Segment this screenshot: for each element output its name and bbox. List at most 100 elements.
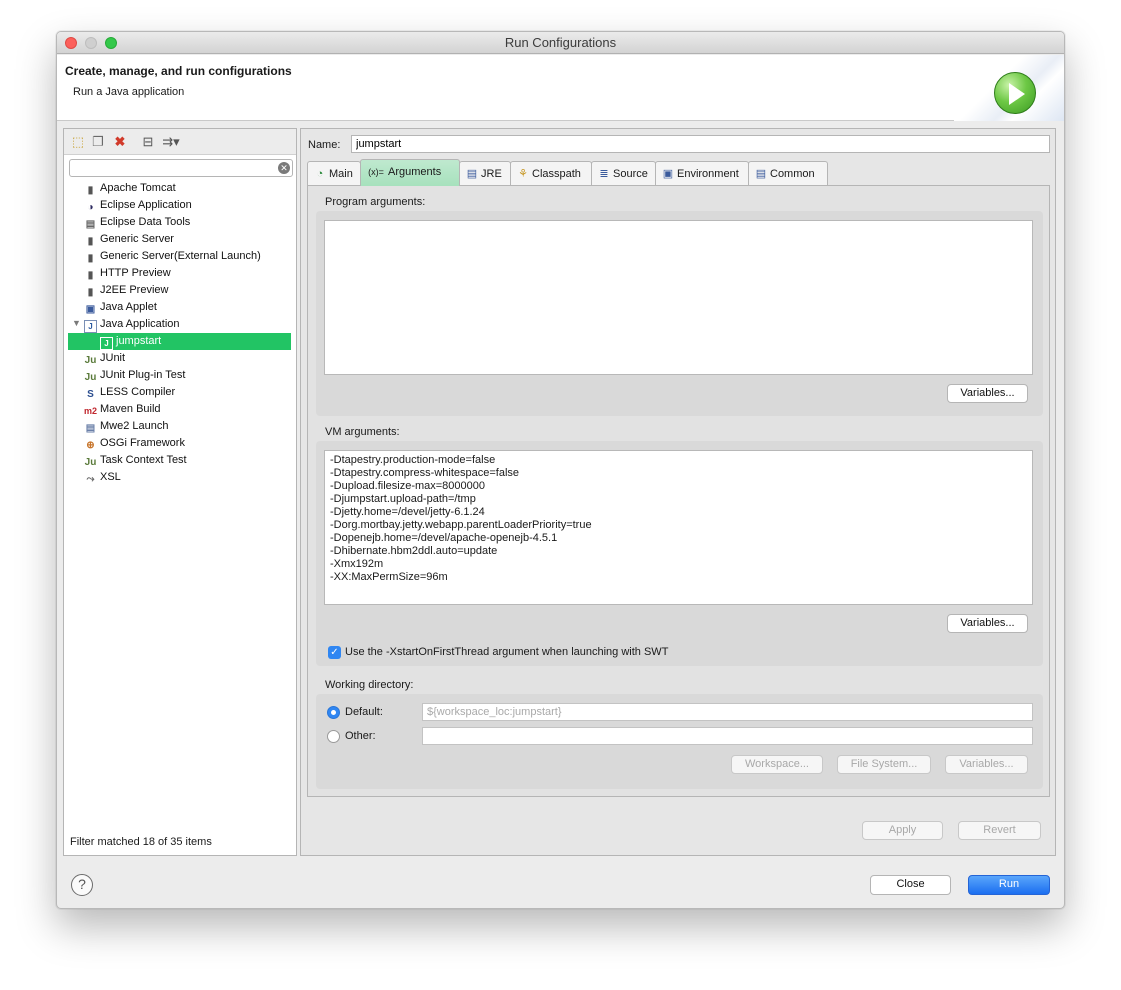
clear-filter-icon[interactable]: ✕ xyxy=(278,162,290,174)
header-title: Create, manage, and run configurations xyxy=(65,64,292,78)
tab-label: Arguments xyxy=(388,166,442,178)
swt-checkbox[interactable]: ✓ xyxy=(328,646,341,659)
source-tab-icon: ≣ xyxy=(599,168,609,180)
apply-button[interactable]: Apply xyxy=(862,821,943,840)
tree-item-less-compiler[interactable]: S LESS Compiler xyxy=(84,384,175,401)
tree-item-label: JUnit Plug-in Test xyxy=(100,369,186,381)
name-input[interactable] xyxy=(351,135,1050,153)
duplicate-icon[interactable]: ❐ xyxy=(90,134,106,150)
tree-item-maven-build[interactable]: m2 Maven Build xyxy=(84,401,161,418)
name-label: Name: xyxy=(308,139,341,151)
java-app-icon: J xyxy=(100,337,113,350)
maximize-window-icon[interactable] xyxy=(105,37,117,49)
working-directory-label: Working directory: xyxy=(325,679,414,691)
tree-item-task-context-test[interactable]: Ju Task Context Test xyxy=(84,452,187,469)
run-button[interactable]: Run xyxy=(968,875,1050,895)
tab-arguments[interactable]: (x)= Arguments xyxy=(360,159,460,186)
tab-label: Source xyxy=(613,168,648,180)
collapse-java-application-icon[interactable]: ▼ xyxy=(72,318,81,328)
run-banner-icon xyxy=(994,72,1036,114)
other-directory-field[interactable] xyxy=(422,727,1033,745)
tree-item-label: jumpstart xyxy=(116,335,162,347)
tree-item-label: Eclipse Application xyxy=(100,199,192,211)
tree-item-http-preview[interactable]: ▮ HTTP Preview xyxy=(84,265,171,282)
tab-jre[interactable]: ▤ JRE xyxy=(459,161,511,185)
tree-item-label: HTTP Preview xyxy=(100,267,171,279)
tree-item-label: Task Context Test xyxy=(100,454,187,466)
tree-item-eclipse-application[interactable]: ◑ Eclipse Application xyxy=(84,197,192,214)
file-system-button[interactable]: File System... xyxy=(837,755,931,774)
tree-item-java-applet[interactable]: ▣ Java Applet xyxy=(84,299,157,316)
tab-label: Main xyxy=(329,168,353,180)
xsl-icon: ⤳ xyxy=(86,474,95,485)
other-radio[interactable] xyxy=(327,730,340,743)
environment-tab-icon: ▣ xyxy=(662,168,674,180)
program-arguments-input[interactable] xyxy=(324,220,1033,375)
new-configuration-icon[interactable]: ⬚ xyxy=(70,134,86,150)
close-button[interactable]: Close xyxy=(870,875,951,895)
configuration-editor: Name: ◔Main (x)=Arguments ▤JRE ⚘Classpat… xyxy=(300,128,1056,856)
default-label: Default: xyxy=(345,706,383,718)
tab-common[interactable]: ▤ Common xyxy=(748,161,828,185)
tree-item-j2ee-preview[interactable]: ▮ J2EE Preview xyxy=(84,282,169,299)
tab-classpath[interactable]: ⚘ Classpath xyxy=(510,161,592,185)
vm-variables-button[interactable]: Variables... xyxy=(947,614,1028,633)
jre-tab-icon: ▤ xyxy=(466,168,478,180)
tab-label: Common xyxy=(770,168,815,180)
tree-item-generic-server[interactable]: ▮ Generic Server xyxy=(84,231,174,248)
header-subtitle: Run a Java application xyxy=(73,86,185,98)
mwe2-icon: ▤ xyxy=(85,423,96,434)
window-title: Run Configurations xyxy=(504,35,617,50)
tree-item-java-application[interactable]: J Java Application xyxy=(84,316,180,333)
help-button[interactable]: ? xyxy=(71,874,93,896)
delete-icon[interactable]: ✖ xyxy=(112,134,128,150)
tab-environment[interactable]: ▣ Environment xyxy=(655,161,749,185)
eclipse-icon: ◑ xyxy=(87,202,94,213)
program-variables-button[interactable]: Variables... xyxy=(947,384,1028,403)
tree-item-generic-server-external[interactable]: ▮ Generic Server(External Launch) xyxy=(84,248,261,265)
revert-button[interactable]: Revert xyxy=(958,821,1041,840)
server-icon: ▮ xyxy=(87,236,94,247)
arguments-tab-icon: (x)= xyxy=(368,167,384,177)
vm-arguments-label: VM arguments: xyxy=(325,426,400,438)
database-icon: ▤ xyxy=(85,219,96,230)
tree-item-label: OSGi Framework xyxy=(100,437,185,449)
tree-item-junit-plugin-test[interactable]: Ju JUnit Plug-in Test xyxy=(84,367,186,384)
tree-item-osgi-framework[interactable]: ⊕ OSGi Framework xyxy=(84,435,185,452)
vm-arguments-input[interactable]: -Dtapestry.production-mode=false -Dtapes… xyxy=(324,450,1033,605)
tab-main[interactable]: ◔ Main xyxy=(307,161,361,185)
tree-item-label: LESS Compiler xyxy=(100,386,176,398)
workspace-button[interactable]: Workspace... xyxy=(731,755,823,774)
close-window-icon[interactable] xyxy=(65,37,77,49)
common-tab-icon: ▤ xyxy=(755,168,767,180)
collapse-all-icon[interactable]: ⊟ xyxy=(140,134,156,150)
tree-item-eclipse-data-tools[interactable]: ▤ Eclipse Data Tools xyxy=(84,214,191,231)
java-app-icon: J xyxy=(84,320,97,333)
tree-item-label: Generic Server(External Launch) xyxy=(100,250,261,262)
config-tabs: ◔ Main (x)= Arguments ▤ JRE ⚘ Classpath ≣ Sou… xyxy=(307,159,1050,186)
tree-item-label: Maven Build xyxy=(100,403,161,415)
tree-item-apache-tomcat[interactable]: ▮ Apache Tomcat xyxy=(84,180,176,197)
swt-checkbox-label: Use the -XstartOnFirstThread argument wh… xyxy=(345,646,669,658)
minimize-window-icon[interactable] xyxy=(85,37,97,49)
server-icon: ▮ xyxy=(87,270,94,281)
applet-icon: ▣ xyxy=(85,304,96,315)
tab-label: Environment xyxy=(677,168,739,180)
configuration-tree-panel: ⬚ ❐ ✖ ⊟ ⇉▾ ✕ ▮ Apache Tomcat ◑ Eclipse App… xyxy=(63,128,297,856)
tree-item-junit[interactable]: Ju JUnit xyxy=(84,350,125,367)
tree-item-label: JUnit xyxy=(100,352,126,364)
less-icon: S xyxy=(87,389,94,400)
server-icon: ▮ xyxy=(87,253,94,264)
tree-item-xsl[interactable]: ⤳ XSL xyxy=(84,469,121,486)
tree-item-label: Apache Tomcat xyxy=(100,182,176,194)
tab-source[interactable]: ≣ Source xyxy=(591,161,656,185)
program-arguments-label: Program arguments: xyxy=(325,196,426,208)
default-radio[interactable] xyxy=(327,706,340,719)
main-tab-icon: ◔ xyxy=(316,168,324,180)
tree-item-mwe2-launch[interactable]: ▤ Mwe2 Launch xyxy=(84,418,169,435)
filter-icon[interactable]: ⇉▾ xyxy=(160,134,182,150)
directory-variables-button[interactable]: Variables... xyxy=(945,755,1028,774)
tab-label: JRE xyxy=(481,168,502,180)
tree-item-jumpstart[interactable]: Jjumpstart xyxy=(68,333,291,350)
filter-input[interactable] xyxy=(69,159,293,177)
